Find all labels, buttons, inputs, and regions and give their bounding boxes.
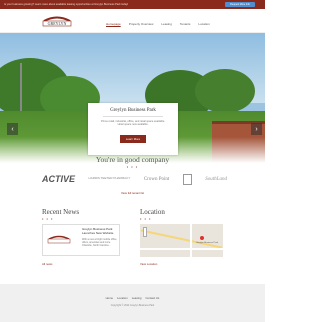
nav-location[interactable]: Location <box>198 22 209 26</box>
map-zoom-control[interactable] <box>143 227 147 237</box>
location-column: Location • • • <box>140 208 165 221</box>
all-news-link[interactable]: All news <box>42 262 52 266</box>
slider-prev-button[interactable]: ‹ <box>7 123 18 135</box>
hero-card: Greylyn Business Park Prime retail, indu… <box>88 103 178 155</box>
map-road <box>190 224 192 257</box>
nav-property-overview[interactable]: Property Overview <box>129 22 154 26</box>
tenant-logo-active[interactable]: ACTIVE <box>42 174 75 184</box>
logo-text: GREYLYN <box>48 21 67 26</box>
tenant-logo-box[interactable] <box>182 173 192 185</box>
company-dots: • • • <box>126 164 139 169</box>
news-item-logo <box>47 235 71 244</box>
footer-link-location[interactable]: Location <box>117 296 128 300</box>
announcement-text: Is your business growing? Learn more abo… <box>4 3 129 6</box>
site-footer: Home Location Leasing Contact Us Copyrig… <box>0 284 265 322</box>
map-label: Greylyn Business Park <box>196 242 219 244</box>
footer-links: Home Location Leasing Contact Us <box>0 296 265 300</box>
footer-copyright: Copyright © 2014 Greylyn Business Park <box>110 304 155 307</box>
tenant-logo-southland[interactable]: SouthLand <box>205 177 227 182</box>
nav-tenants[interactable]: Tenants <box>180 22 191 26</box>
hero-slider: ‹ › Greylyn Business Park Prime retail, … <box>0 33 265 163</box>
chevron-right-icon: › <box>255 125 258 133</box>
slider-next-button[interactable]: › <box>251 123 262 135</box>
map-road <box>140 229 223 249</box>
tenant-logo-crown-point[interactable]: Crown Point <box>144 177 169 182</box>
company-section: You're in good company • • • <box>0 155 265 169</box>
site-header: GREYLYN Homepage Property Overview Leasi… <box>0 9 265 33</box>
hero-title: Greylyn Business Park <box>110 108 156 113</box>
tenant-logo-harris-teeter[interactable]: HARRIS TEETER PHARMACY <box>89 177 131 181</box>
map-road <box>140 248 223 250</box>
map-pin-icon[interactable] <box>200 236 204 240</box>
news-heading: Recent News <box>42 208 80 216</box>
nav-homepage[interactable]: Homepage <box>106 22 121 26</box>
news-dots: • • • <box>42 216 54 221</box>
announcement-bar: Is your business growing? Learn more abo… <box>0 0 265 9</box>
hero-divider <box>103 116 163 117</box>
footer-link-home[interactable]: Home <box>106 296 113 300</box>
request-info-button[interactable]: Request More Info <box>225 2 255 7</box>
news-column: Recent News • • • <box>42 208 79 221</box>
main-nav: Homepage Property Overview Leasing Tenan… <box>106 22 210 26</box>
hero-description: Prime retail, industrial, office, and re… <box>101 120 165 127</box>
location-heading: Location <box>140 208 165 216</box>
news-item[interactable]: Greylyn Business Park Launches New Websi… <box>42 224 120 256</box>
company-heading: You're in good company <box>95 155 170 164</box>
view-location-link[interactable]: View Location <box>140 262 157 266</box>
chevron-left-icon: ‹ <box>11 125 14 133</box>
learn-more-button[interactable]: Learn More <box>119 134 147 143</box>
location-dots: • • • <box>140 216 152 221</box>
footer-link-contact[interactable]: Contact Us <box>146 296 160 300</box>
view-all-tenants-link[interactable]: View full tenant list <box>0 191 265 195</box>
nav-leasing[interactable]: Leasing <box>161 22 172 26</box>
footer-link-leasing[interactable]: Leasing <box>132 296 142 300</box>
location-map[interactable]: Greylyn Business Park <box>140 224 223 257</box>
tenant-logos: ACTIVE HARRIS TEETER PHARMACY Crown Poin… <box>42 170 227 188</box>
news-item-title[interactable]: Greylyn Business Park Launches New Websi… <box>82 227 119 235</box>
news-item-description: With a new a bright mobile office, offer… <box>82 238 118 247</box>
greylyn-logo[interactable]: GREYLYN <box>40 15 74 29</box>
